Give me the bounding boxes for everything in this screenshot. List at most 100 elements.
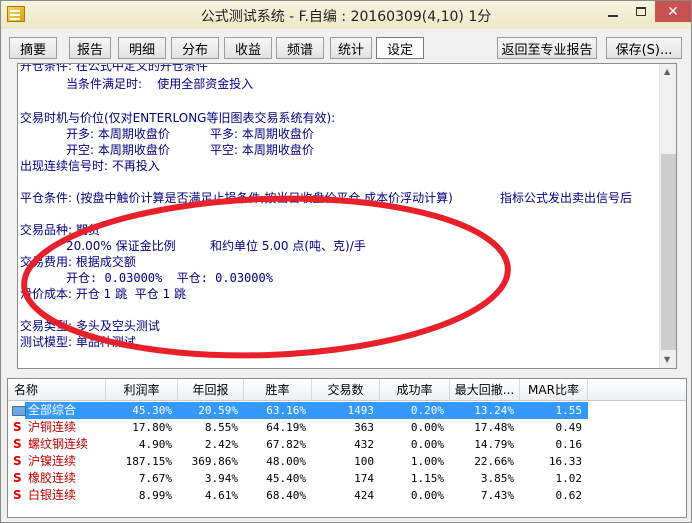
table-cell: 0.62 xyxy=(555,489,583,502)
report-line: 开仓条件: 在公式中定义的开仓条件 xyxy=(20,63,208,73)
tab-distribution[interactable]: 分布 xyxy=(171,37,219,59)
cell-name: 沪镍连续 xyxy=(28,454,77,468)
tab-returns[interactable]: 收益 xyxy=(224,37,272,59)
table-cell: 13.24% xyxy=(474,404,514,417)
report-line: 平仓条件: (按盘中触价计算是否满足止损条件,按当日收盘价平仓,成本价浮动计算) xyxy=(20,191,453,205)
table-row[interactable]: S 沪镍连续 187.15% 369.86% 48.00% 100 1.00% 22.66% 1… xyxy=(8,453,686,470)
cell-name: 沪铜连续 xyxy=(28,420,77,434)
table-cell: 7.67% xyxy=(138,472,172,485)
report-panel[interactable]: 开仓条件: 在公式中定义的开仓条件 当条件满足时: 使用全部资金投入 交易时机与… xyxy=(17,63,677,369)
report-line: 交易费用: 根据成交额 xyxy=(20,255,136,269)
column-header[interactable]: 利润率 xyxy=(106,379,178,401)
table-cell: 1.55 xyxy=(555,404,583,417)
table-cell: 4.90% xyxy=(138,438,172,451)
column-header[interactable]: 年回报 xyxy=(178,379,244,401)
table-cell: 187.15% xyxy=(125,455,172,468)
table-cell: 0.00% xyxy=(410,489,444,502)
table-cell: 424 xyxy=(354,489,374,502)
tab-report[interactable]: 报告 xyxy=(69,37,111,59)
results-table[interactable]: 名称 利润率 年回报 胜率 交易数 成功率 最大回撤... MAR比率 全部综合… xyxy=(7,378,687,518)
table-cell: 22.66% xyxy=(474,455,514,468)
report-line: 平多: 本周期收盘价 xyxy=(210,127,314,141)
table-cell: 100 xyxy=(354,455,374,468)
table-cell: 4.61% xyxy=(204,489,238,502)
table-cell: 17.48% xyxy=(474,421,514,434)
toolbar: 摘要 报告 明细 分布 收益 频谱 统计 设定 返回至专业报告 保存(S)... xyxy=(9,37,683,61)
report-line: 开空: 本周期收盘价 xyxy=(66,143,170,157)
table-cell: 7.43% xyxy=(480,489,514,502)
back-to-pro-report-button[interactable]: 返回至专业报告 xyxy=(497,37,597,59)
table-cell: 20.59% xyxy=(198,404,238,417)
report-line: 当条件满足时: 使用全部资金投入 xyxy=(66,77,254,91)
column-header[interactable]: 名称 xyxy=(8,379,106,401)
report-line: 出现连续信号时: 不再投入 xyxy=(20,159,160,173)
report-line: 交易时机与价位(仅对ENTERLONG等旧图表交易系统有效): xyxy=(20,111,336,125)
report-line: 交易品种: 期货 xyxy=(20,223,100,237)
table-cell: 8.99% xyxy=(138,489,172,502)
column-header[interactable]: 交易数 xyxy=(312,379,380,401)
report-scrollbar[interactable]: ▲ ▼ xyxy=(659,64,676,368)
report-line: 开多: 本周期收盘价 xyxy=(66,127,170,141)
table-row[interactable]: S 橡胶连续 7.67% 3.94% 45.40% 174 1.15% 3.85% 1.02 xyxy=(8,470,686,487)
cell-name: 白银连续 xyxy=(28,488,77,502)
report-line: 交易类型: 多头及空头测试 xyxy=(20,319,160,333)
table-row[interactable]: S 白银连续 8.99% 4.61% 68.40% 424 0.00% 7.43% 0.62 xyxy=(8,487,686,504)
maximize-icon xyxy=(636,7,646,16)
table-cell: 45.30% xyxy=(132,404,172,417)
close-button[interactable]: ✕ xyxy=(655,1,691,22)
table-cell: 63.16% xyxy=(266,404,306,417)
table-cell: 3.85% xyxy=(480,472,514,485)
column-header[interactable]: MAR比率 xyxy=(520,379,588,401)
table-cell: 45.40% xyxy=(266,472,306,485)
title-bar[interactable]: 公式测试系统 - F.自编 : 20160309(4,10) 1分 ✕ xyxy=(1,1,691,29)
maximize-button[interactable] xyxy=(627,1,655,22)
report-line: 平空: 本周期收盘价 xyxy=(210,143,314,157)
table-cell: 369.86% xyxy=(191,455,238,468)
table-cell: 432 xyxy=(354,438,374,451)
report-line: 开仓: 0.03000% 平仓: 0.03000% xyxy=(66,271,273,285)
minimize-button[interactable] xyxy=(599,1,627,22)
table-cell: 64.19% xyxy=(266,421,306,434)
table-cell: 8.55% xyxy=(204,421,238,434)
table-cell: 174 xyxy=(354,472,374,485)
report-line: 测试模型: 单品种测试 xyxy=(20,335,136,349)
tab-statistics[interactable]: 统计 xyxy=(330,37,372,59)
minimize-icon xyxy=(608,14,618,17)
column-header[interactable]: 最大回撤... xyxy=(450,379,520,401)
tab-spectrum[interactable]: 频谱 xyxy=(276,37,324,59)
table-cell: 2.42% xyxy=(204,438,238,451)
cell-name: 全部综合 xyxy=(28,403,77,417)
cell-name: 螺纹钢连续 xyxy=(28,437,89,451)
app-window: 公式测试系统 - F.自编 : 20160309(4,10) 1分 ✕ 摘要 报… xyxy=(0,0,692,523)
tab-settings[interactable]: 设定 xyxy=(376,37,424,59)
table-cell: 0.20% xyxy=(410,404,444,417)
table-cell: 67.82% xyxy=(266,438,306,451)
table-row[interactable]: 全部综合 45.30% 20.59% 63.16% 1493 0.20% 13.24% 1.5… xyxy=(8,402,686,419)
table-cell: 48.00% xyxy=(266,455,306,468)
tab-summary[interactable]: 摘要 xyxy=(9,37,57,59)
table-cell: 14.79% xyxy=(474,438,514,451)
table-cell: 1.02 xyxy=(555,472,583,485)
table-cell: 0.00% xyxy=(410,421,444,434)
cell-name: 橡胶连续 xyxy=(28,471,77,485)
table-cell: 0.16 xyxy=(555,438,583,451)
column-header[interactable]: 胜率 xyxy=(244,379,312,401)
window-title: 公式测试系统 - F.自编 : 20160309(4,10) 1分 xyxy=(200,9,492,25)
report-line: 和约单位 5.00 点(吨、克)/手 xyxy=(210,239,366,253)
table-row[interactable]: S 沪铜连续 17.80% 8.55% 64.19% 363 0.00% 17.48% 0.49 xyxy=(8,419,686,436)
table-cell: 0.49 xyxy=(555,421,583,434)
table-cell: 1.00% xyxy=(410,455,444,468)
scroll-thumb[interactable] xyxy=(661,154,676,350)
close-icon: ✕ xyxy=(667,3,679,20)
table-cell: 17.80% xyxy=(132,421,172,434)
table-cell: 1.15% xyxy=(410,472,444,485)
table-cell: 16.33 xyxy=(548,455,582,468)
column-header[interactable]: 成功率 xyxy=(380,379,450,401)
table-header: 名称 利润率 年回报 胜率 交易数 成功率 最大回撤... MAR比率 xyxy=(8,379,686,401)
save-button[interactable]: 保存(S)... xyxy=(606,37,682,59)
tab-details[interactable]: 明细 xyxy=(118,37,166,59)
scroll-down-icon[interactable]: ▼ xyxy=(664,355,670,364)
table-row[interactable]: S 螺纹钢连续 4.90% 2.42% 67.82% 432 0.00% 14.79% 0.16 xyxy=(8,436,686,453)
report-line: 滑价成本: 开仓 1 跳 平仓 1 跳 xyxy=(20,287,187,301)
scroll-up-icon[interactable]: ▲ xyxy=(664,67,670,76)
